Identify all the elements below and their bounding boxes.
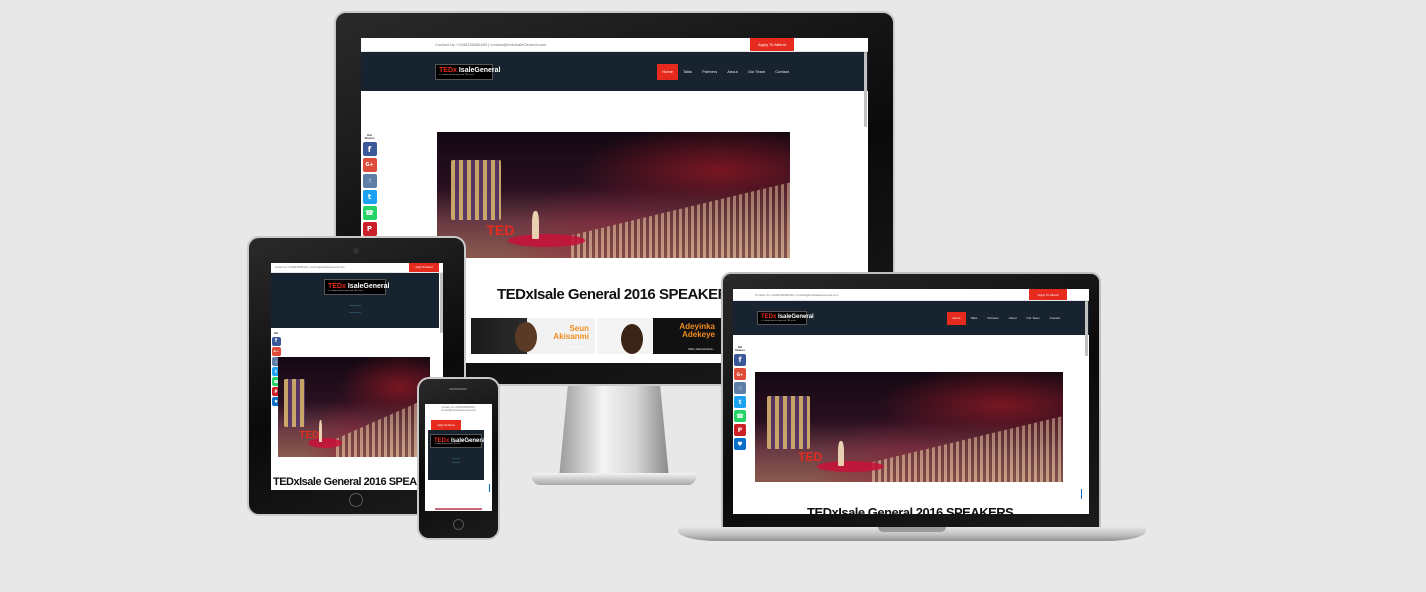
nav-partners[interactable]: Partners bbox=[697, 64, 722, 80]
google-plus-icon[interactable]: G+ bbox=[362, 158, 377, 172]
scroll-indicator bbox=[489, 484, 490, 492]
contact-bar: Contact Us +2348136356493 | contact@tedx… bbox=[271, 263, 443, 273]
phone: Contact Us +2348136356493 | contact@tedx… bbox=[417, 377, 500, 540]
apply-button[interactable]: Apply To Attend bbox=[1029, 289, 1067, 300]
site-logo[interactable]: TEDx IsaleGeneral x = independently orga… bbox=[430, 434, 487, 448]
scrollbar[interactable] bbox=[864, 52, 867, 127]
scrollbar[interactable] bbox=[440, 273, 443, 333]
facebook-icon[interactable]: f bbox=[271, 336, 281, 346]
apply-button[interactable]: Apply To Attend bbox=[409, 263, 439, 272]
contact-bar: Contact Us +2348136356493 | contact@tedx… bbox=[441, 406, 476, 412]
laptop: Contact Us +2348136356493 | contact@tedx… bbox=[678, 272, 1146, 548]
monitor-base bbox=[532, 473, 696, 485]
contact-bar: Contact Us +2348136356493 | contact@tedx… bbox=[361, 38, 868, 52]
contact-info: Contact Us +2348136356493 | contact@tedx… bbox=[435, 42, 547, 47]
share-sidebar: Ibd Shares f G+ ☝ t ☎ P ♥ bbox=[733, 346, 747, 450]
google-plus-icon[interactable]: G+ bbox=[734, 368, 746, 380]
navbar: TEDx IsaleGeneral x = independently orga… bbox=[428, 430, 487, 480]
phone-screen: Contact Us +2348136356493 | contact@tedx… bbox=[425, 404, 492, 511]
site-logo[interactable]: TEDx IsaleGeneral x = independently orga… bbox=[757, 311, 814, 325]
twitter-icon[interactable]: t bbox=[362, 190, 377, 204]
like-icon[interactable]: ☝ bbox=[362, 174, 377, 188]
contact-info: Contact Us +2348136356493 | contact@tedx… bbox=[755, 292, 839, 297]
scroll-indicator bbox=[1081, 489, 1082, 499]
whatsapp-icon[interactable]: ☎ bbox=[734, 410, 746, 422]
nav-talks[interactable]: Talks bbox=[678, 64, 697, 80]
hero-image: TED bbox=[755, 372, 1063, 482]
menu-icon[interactable] bbox=[452, 458, 460, 463]
speaker-card[interactable]: Seun Akisanmi CEO, Blogvolution bbox=[471, 318, 595, 354]
laptop-screen: Contact Us +2348136356493 | contact@tedx… bbox=[733, 289, 1089, 514]
nav-contact[interactable]: Contact bbox=[770, 64, 794, 80]
monitor-neck bbox=[559, 386, 669, 478]
navbar: TEDx IsaleGeneral x = independently orga… bbox=[733, 301, 1089, 335]
site-logo[interactable]: TEDx IsaleGeneral x = independently orga… bbox=[324, 279, 390, 295]
phone-speaker bbox=[449, 388, 467, 390]
nav-partners[interactable]: Partners bbox=[982, 312, 1003, 325]
scrollbar[interactable] bbox=[1085, 301, 1088, 356]
contact-info: Contact Us +2348136356493 | contact@tedx… bbox=[275, 266, 345, 269]
facebook-icon[interactable]: f bbox=[734, 354, 746, 366]
nav-menu: Home Talks Partners About Our Team Conta… bbox=[657, 63, 794, 80]
bottom-divider bbox=[435, 508, 482, 510]
tablet-home-button[interactable] bbox=[349, 493, 363, 507]
facebook-icon[interactable]: f bbox=[362, 142, 377, 156]
twitter-icon[interactable]: t bbox=[734, 396, 746, 408]
tablet-camera bbox=[353, 248, 359, 254]
hero-image: TED bbox=[278, 357, 430, 457]
pinterest-icon[interactable]: P bbox=[734, 424, 746, 436]
bookmark-icon[interactable]: ♥ bbox=[734, 438, 746, 450]
navbar: TEDx IsaleGeneral x = independently orga… bbox=[361, 52, 868, 91]
phone-home-button[interactable] bbox=[453, 519, 464, 530]
nav-our-team[interactable]: Our Team bbox=[1022, 312, 1045, 325]
google-plus-icon[interactable]: G+ bbox=[271, 346, 281, 356]
nav-menu: Home Talks Partners About Our Team Conta… bbox=[947, 311, 1065, 325]
nav-talks[interactable]: Talks bbox=[966, 312, 983, 325]
laptop-notch bbox=[878, 527, 946, 532]
page-title: TEDxIsale General 2016 SPEAKERS bbox=[807, 505, 1014, 514]
nav-about[interactable]: About bbox=[1004, 312, 1022, 325]
whatsapp-icon[interactable]: ☎ bbox=[362, 206, 377, 220]
page-title: TEDxIsale General 2016 SPEAK bbox=[273, 476, 425, 488]
share-sidebar: Ibd Shares f G+ ☝ t ☎ P bbox=[361, 134, 378, 236]
apply-button[interactable]: Apply To Attend bbox=[431, 420, 461, 430]
menu-icon[interactable] bbox=[349, 305, 361, 313]
site-logo[interactable]: TEDx IsaleGeneral x = independently orga… bbox=[435, 63, 501, 80]
nav-our-team[interactable]: Our Team bbox=[743, 64, 771, 80]
nav-home[interactable]: Home bbox=[947, 311, 966, 325]
nav-home[interactable]: Home bbox=[657, 63, 678, 80]
apply-button[interactable]: Apply To Attend bbox=[750, 38, 794, 51]
hero-image: TED bbox=[437, 132, 790, 258]
navbar: TEDx IsaleGeneral x = independently orga… bbox=[271, 273, 439, 328]
like-icon[interactable]: ☝ bbox=[734, 382, 746, 394]
pinterest-icon[interactable]: P bbox=[362, 222, 377, 236]
contact-bar: Contact Us +2348136356493 | contact@tedx… bbox=[733, 289, 1089, 301]
nav-about[interactable]: About bbox=[722, 64, 742, 80]
nav-contact[interactable]: Contact bbox=[1045, 312, 1065, 325]
